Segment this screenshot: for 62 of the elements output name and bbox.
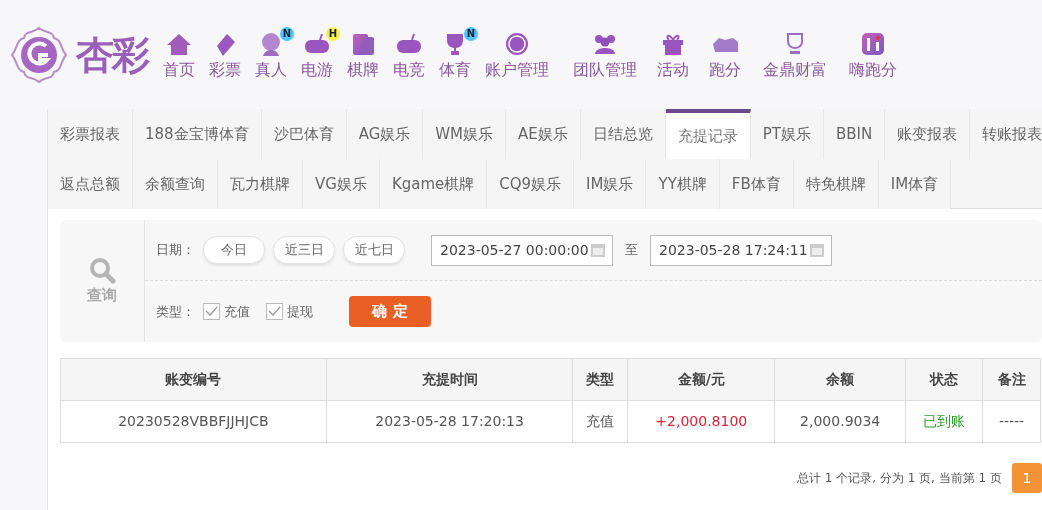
date-field[interactable]: 2023-05-28 17:24:11 bbox=[650, 234, 832, 266]
quick-range-button[interactable]: 今日 bbox=[203, 236, 265, 264]
table-cell: +2,000.8100 bbox=[627, 400, 775, 443]
table-cell: 已到账 bbox=[905, 400, 983, 443]
date-label: 日期： bbox=[156, 241, 195, 260]
report-tab[interactable]: IM体育 bbox=[878, 159, 952, 209]
to-label: 至 bbox=[625, 241, 638, 260]
nav-link-item[interactable]: 首页 bbox=[156, 30, 202, 80]
nav-link-item[interactable]: H 电游 bbox=[294, 30, 340, 80]
report-tab[interactable]: VG娱乐 bbox=[303, 159, 380, 209]
nav-link-item[interactable]: 团队管理 bbox=[566, 30, 644, 80]
nav-link-item[interactable]: 电竞 bbox=[386, 30, 432, 80]
badge-dot: H bbox=[326, 27, 340, 42]
nav-link-item[interactable]: 跑分 bbox=[702, 30, 748, 80]
badge-dot: N bbox=[464, 27, 478, 42]
calendar-icon bbox=[590, 242, 606, 258]
report-tab[interactable]: IM娱乐 bbox=[574, 159, 647, 209]
nav-link-item[interactable]: 账户管理 bbox=[478, 30, 556, 80]
checkbox-label: 提现 bbox=[287, 302, 313, 321]
column-header: 状态 bbox=[905, 358, 983, 401]
quick-range-button[interactable]: 近三日 bbox=[273, 236, 335, 264]
column-header: 金额/元 bbox=[627, 358, 775, 401]
nav-link-item[interactable]: 彩票 bbox=[202, 30, 248, 80]
nav-link-item[interactable]: 活动 bbox=[650, 30, 696, 80]
checkbox[interactable] bbox=[203, 303, 220, 320]
search-icon bbox=[88, 255, 116, 284]
report-tab[interactable]: FB体育 bbox=[719, 159, 794, 209]
column-header: 备注 bbox=[982, 358, 1041, 401]
table-cell: 2023-05-28 17:20:13 bbox=[326, 400, 573, 443]
column-header: 账变编号 bbox=[60, 358, 327, 401]
pagination-summary: 总计 1 个记录, 分为 1 页, 当前第 1 页 bbox=[796, 470, 1002, 487]
checkbox-label: 充值 bbox=[224, 302, 250, 321]
report-tab[interactable]: 充提记录 bbox=[665, 109, 751, 159]
type-label: 类型： bbox=[156, 302, 195, 321]
table-cell: 20230528VBBFJJHJCB bbox=[60, 400, 327, 443]
report-tab[interactable]: CQ9娱乐 bbox=[487, 159, 575, 209]
report-tab[interactable]: 返点总额 bbox=[48, 159, 133, 209]
query-label: 查询 bbox=[87, 284, 117, 306]
table-cell: ----- bbox=[982, 400, 1041, 443]
report-tab[interactable]: Kgame棋牌 bbox=[379, 159, 488, 209]
column-header: 类型 bbox=[572, 358, 628, 401]
report-tab[interactable]: 余额查询 bbox=[133, 159, 218, 209]
nav-link-item[interactable]: N 体育 bbox=[432, 30, 478, 80]
logo-text[interactable]: 杏彩 bbox=[76, 36, 148, 74]
report-tab[interactable]: YY棋牌 bbox=[646, 159, 720, 209]
nav-link-item[interactable]: 嗨跑分 bbox=[842, 30, 904, 80]
column-header: 余额 bbox=[774, 358, 906, 401]
calendar-icon bbox=[809, 242, 825, 258]
logo-emblem-icon bbox=[10, 26, 68, 84]
nav-link-item[interactable]: N 真人 bbox=[248, 30, 294, 80]
checkbox[interactable] bbox=[266, 303, 283, 320]
table-cell: 充值 bbox=[572, 400, 628, 443]
table-cell: 2,000.9034 bbox=[774, 400, 906, 443]
report-tab[interactable]: 瓦力棋牌 bbox=[218, 159, 303, 209]
badge-dot: N bbox=[280, 27, 294, 42]
report-tab[interactable]: 特免棋牌 bbox=[793, 159, 879, 209]
date-field[interactable]: 2023-05-27 00:00:00 bbox=[431, 234, 613, 266]
quick-range-button[interactable]: 近七日 bbox=[343, 236, 405, 264]
nav-link-item[interactable]: 金鼎财富 bbox=[756, 30, 834, 80]
column-header: 充提时间 bbox=[326, 358, 573, 401]
nav-link-item[interactable]: 棋牌 bbox=[340, 30, 386, 80]
confirm-button[interactable]: 确 定 bbox=[349, 296, 431, 327]
